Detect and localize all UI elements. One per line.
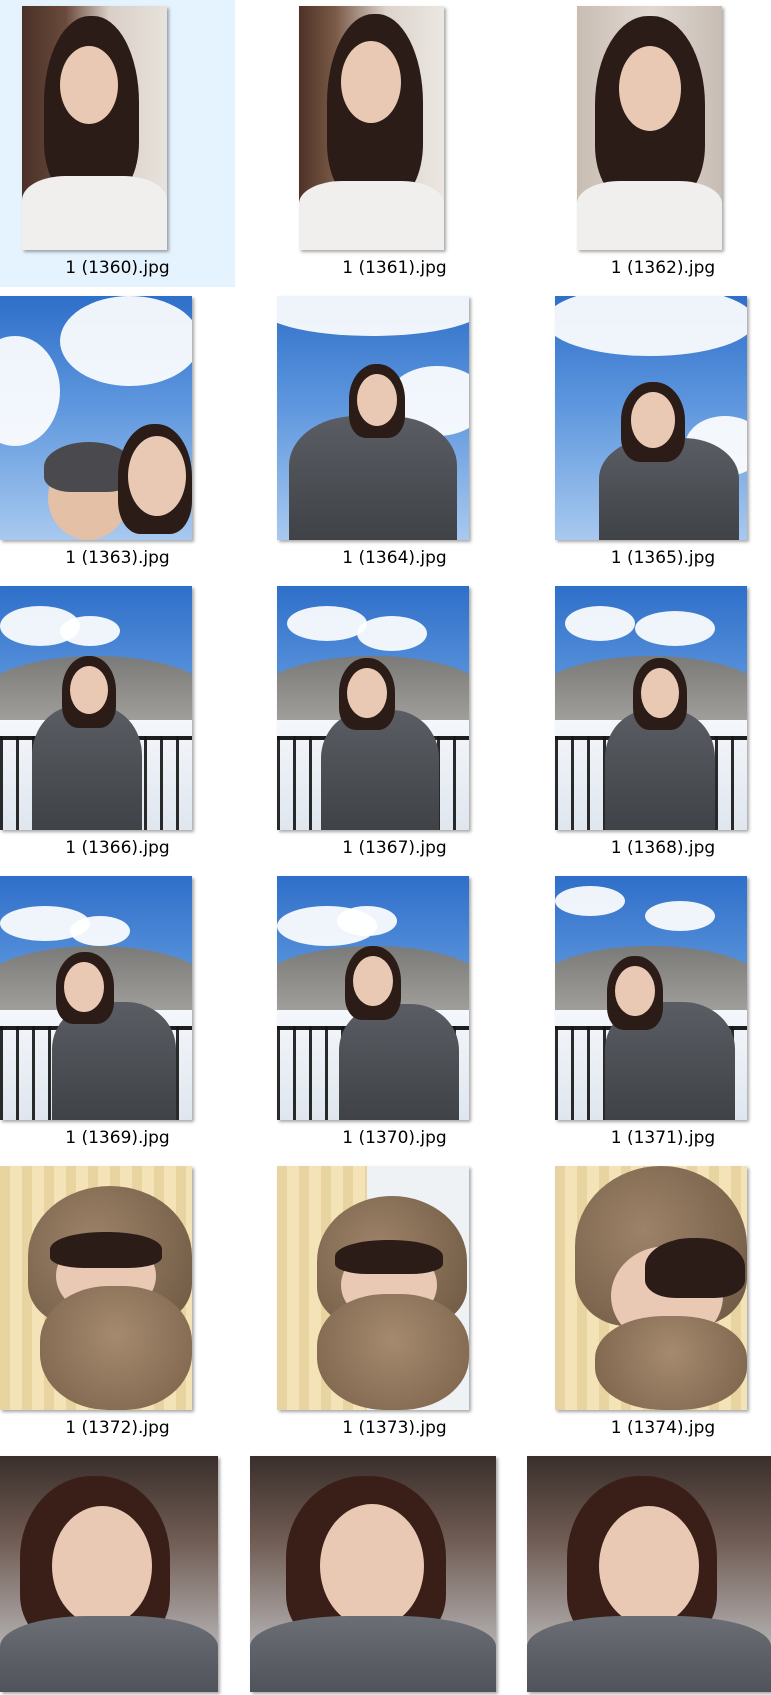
file-tile-1365[interactable]: 1 (1365).jpg <box>555 290 771 577</box>
image-thumbnail <box>0 1456 218 1692</box>
file-name: 1 (1372).jpg <box>65 1418 170 1438</box>
image-thumbnail <box>555 876 747 1120</box>
file-tile-1360[interactable]: 1 (1360).jpg <box>0 0 235 287</box>
file-tile-1361[interactable]: 1 (1361).jpg <box>277 0 512 287</box>
image-thumbnail <box>22 6 167 250</box>
image-thumbnail <box>299 6 444 250</box>
image-thumbnail <box>577 6 722 250</box>
image-thumbnail <box>555 296 747 540</box>
file-name: 1 (1366).jpg <box>65 838 170 858</box>
file-name: 1 (1363).jpg <box>65 548 170 568</box>
file-tile-1366[interactable]: 1 (1366).jpg <box>0 580 235 867</box>
file-tile-1375[interactable] <box>0 1450 235 1695</box>
file-name: 1 (1373).jpg <box>342 1418 447 1438</box>
image-thumbnail <box>277 586 469 830</box>
file-name: 1 (1360).jpg <box>65 258 170 278</box>
file-name: 1 (1371).jpg <box>610 1128 716 1148</box>
file-tile-1377[interactable] <box>527 1450 771 1695</box>
file-tile-1369[interactable]: 1 (1369).jpg <box>0 870 235 1157</box>
file-tile-1372[interactable]: 1 (1372).jpg <box>0 1160 235 1447</box>
image-thumbnail <box>0 1166 192 1410</box>
file-tile-1363[interactable]: 1 (1363).jpg <box>0 290 235 577</box>
file-tile-1367[interactable]: 1 (1367).jpg <box>277 580 512 867</box>
file-tile-1362[interactable]: 1 (1362).jpg <box>555 0 771 287</box>
image-thumbnail <box>555 586 747 830</box>
file-name: 1 (1362).jpg <box>610 258 716 278</box>
file-tile-1371[interactable]: 1 (1371).jpg <box>555 870 771 1157</box>
file-name: 1 (1369).jpg <box>65 1128 170 1148</box>
image-thumbnail <box>277 876 469 1120</box>
file-tile-1376[interactable] <box>250 1450 500 1695</box>
file-tile-1368[interactable]: 1 (1368).jpg <box>555 580 771 867</box>
file-tile-1364[interactable]: 1 (1364).jpg <box>277 290 512 577</box>
file-name: 1 (1374).jpg <box>610 1418 716 1438</box>
image-thumbnail <box>0 296 192 540</box>
image-thumbnail <box>0 876 192 1120</box>
file-name: 1 (1361).jpg <box>342 258 447 278</box>
file-name: 1 (1370).jpg <box>342 1128 447 1148</box>
file-name: 1 (1364).jpg <box>342 548 447 568</box>
file-name: 1 (1367).jpg <box>342 838 447 858</box>
file-name: 1 (1368).jpg <box>610 838 716 858</box>
file-tile-1370[interactable]: 1 (1370).jpg <box>277 870 512 1157</box>
file-tile-1373[interactable]: 1 (1373).jpg <box>277 1160 512 1447</box>
image-thumbnail <box>555 1166 747 1410</box>
image-thumbnail <box>250 1456 496 1692</box>
image-thumbnail <box>527 1456 771 1692</box>
image-thumbnail <box>277 296 469 540</box>
file-name: 1 (1365).jpg <box>610 548 716 568</box>
file-tile-1374[interactable]: 1 (1374).jpg <box>555 1160 771 1447</box>
image-thumbnail <box>0 586 192 830</box>
image-thumbnail <box>277 1166 469 1410</box>
